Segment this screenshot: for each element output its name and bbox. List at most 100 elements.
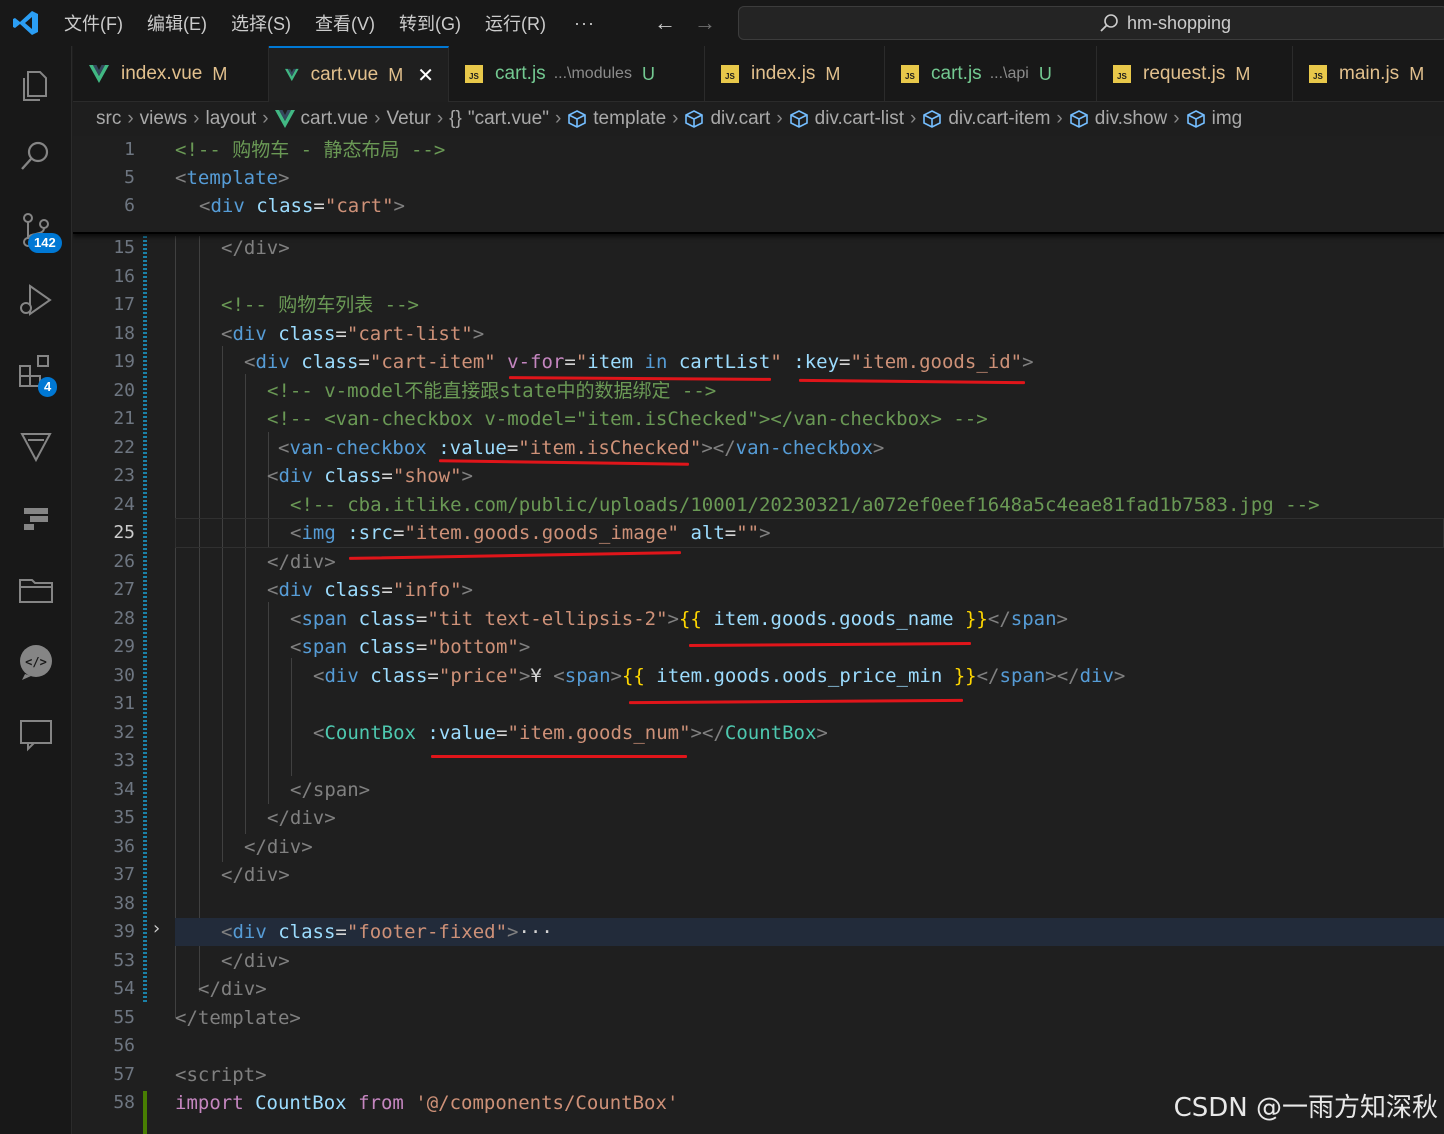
forward-arrow-icon[interactable]: →: [694, 10, 716, 36]
chevron-right-icon: ›: [1056, 108, 1063, 129]
chevron-right-icon: ›: [672, 108, 679, 129]
tab-name: request.js: [1143, 63, 1226, 84]
tab-path: ...\api: [989, 65, 1029, 82]
breadcrumb-div-cart-list[interactable]: div.cart-list: [815, 108, 904, 130]
element-cube-icon: [789, 110, 808, 128]
breadcrumb-div-show[interactable]: div.show: [1095, 108, 1168, 130]
menu-run[interactable]: 运行(R): [485, 10, 546, 36]
line-number: 17: [113, 294, 135, 315]
line-number: 26: [113, 551, 135, 572]
menu-more-button[interactable]: ···: [574, 13, 595, 34]
code-line: 16: [73, 263, 1444, 291]
code-line: 29 <span class="bottom">: [73, 633, 1444, 661]
chevron-right-icon: ›: [127, 108, 134, 129]
code-line: 30 <div class="price">¥ <span>{{ item.go…: [73, 662, 1444, 690]
code-line: 24 <!-- cba.itlike.com/public/uploads/10…: [73, 491, 1444, 519]
watermark: CSDN @一雨方知深秋: [1173, 1093, 1438, 1123]
tab-main-js[interactable]: JS main.js M: [1293, 46, 1444, 102]
remote-explorer-icon[interactable]: [16, 426, 56, 466]
breadcrumb-img[interactable]: img: [1212, 108, 1243, 130]
braces-icon: {}: [449, 108, 462, 129]
tab-request-js[interactable]: JS request.js M: [1097, 46, 1293, 102]
code-line: 25 <img :src="item.goods.goods_image" al…: [73, 519, 1444, 547]
code-text: <template>: [175, 167, 290, 189]
tab-index-vue[interactable]: index.vue M: [73, 46, 269, 102]
line-number: 30: [113, 665, 135, 686]
annotation-underline: [431, 755, 687, 758]
breadcrumb-module[interactable]: "cart.vue": [468, 108, 549, 130]
line-number: 56: [113, 1035, 135, 1056]
code-text: <div class="cart">: [199, 195, 405, 217]
scm-count-badge: 142: [28, 233, 62, 253]
search-icon: [1100, 14, 1118, 32]
code-line: 27 <div class="info">: [73, 576, 1444, 604]
code-line: 34 </span>: [73, 776, 1444, 804]
modified-badge: M: [212, 63, 228, 84]
folded-ellipsis: ···: [518, 921, 553, 943]
search-sidebar-icon[interactable]: [16, 136, 56, 176]
breadcrumb-vetur[interactable]: Vetur: [386, 108, 430, 130]
chevron-right-icon: ›: [262, 108, 269, 129]
chevron-right-icon: ›: [910, 108, 917, 129]
chevron-right-icon: ›: [554, 108, 562, 129]
code-text: <div class="cart-item" v-for="item in ca…: [244, 351, 1034, 373]
line-number: 20: [113, 380, 135, 401]
menu-edit[interactable]: 编辑(E): [147, 10, 207, 36]
breadcrumb-div-cart[interactable]: div.cart: [710, 108, 770, 130]
chevron-right-icon: ›: [436, 108, 444, 129]
breadcrumb-file[interactable]: cart.vue: [301, 108, 369, 130]
line-number: 58: [113, 1092, 135, 1113]
code-text: </div>: [221, 864, 290, 886]
tab-cart-js-api[interactable]: JS cart.js ...\api U: [885, 46, 1097, 102]
line-number: 35: [113, 807, 135, 828]
code-chat-icon[interactable]: </>: [16, 642, 56, 682]
breadcrumb: src › views › layout › cart.vue › Vetur › {} …: [96, 104, 1242, 134]
back-arrow-icon[interactable]: ←: [654, 10, 676, 36]
run-debug-icon[interactable]: [16, 280, 56, 320]
element-cube-icon: [1069, 110, 1088, 128]
explorer-icon[interactable]: [16, 66, 56, 106]
code-text: <van-checkbox :value="item.isChecked"></…: [278, 437, 885, 459]
folder-icon[interactable]: [16, 570, 56, 610]
code-line: 32 <CountBox :value="item.goods_num"></C…: [73, 719, 1444, 747]
breadcrumb-src[interactable]: src: [96, 108, 121, 130]
code-editor[interactable]: 1 <!-- 购物车 - 静态布局 --> 5 <template> 6 <di…: [73, 136, 1444, 1134]
menu-go[interactable]: 转到(G): [399, 10, 461, 36]
menu-file[interactable]: 文件(F): [64, 10, 123, 36]
extensions-count-badge: 4: [38, 377, 58, 397]
line-number: 21: [113, 408, 135, 429]
chevron-right-icon[interactable]: ›: [151, 918, 162, 939]
modified-badge: M: [1409, 63, 1425, 84]
js-file-icon: JS: [1309, 65, 1327, 83]
untracked-badge: U: [641, 63, 655, 84]
chat-panel-icon[interactable]: [16, 714, 56, 754]
tab-index-js[interactable]: JS index.js M: [705, 46, 885, 102]
modified-badge: M: [388, 64, 404, 85]
breadcrumb-div-cart-item[interactable]: div.cart-item: [948, 108, 1050, 130]
breadcrumb-views[interactable]: views: [140, 108, 188, 130]
menu-view[interactable]: 查看(V): [315, 10, 375, 36]
code-text: <span class="bottom">: [290, 636, 531, 658]
close-tab-icon[interactable]: ✕: [417, 63, 434, 88]
code-text: </div>: [267, 807, 336, 829]
breadcrumb-layout[interactable]: layout: [206, 108, 257, 130]
vscode-logo-icon: [13, 11, 38, 35]
code-line: 21 <!-- <van-checkbox v-model="item.isCh…: [73, 405, 1444, 433]
tab-cart-vue[interactable]: cart.vue M ✕: [269, 46, 449, 102]
js-file-icon: JS: [465, 65, 483, 83]
testing-icon[interactable]: [16, 498, 56, 538]
modified-badge: M: [825, 63, 841, 84]
navigation-arrows: ← →: [654, 10, 716, 36]
command-center-search[interactable]: hm-shopping: [738, 6, 1444, 40]
line-number: 33: [113, 750, 135, 771]
tab-name: cart.js: [931, 63, 982, 84]
breadcrumb-template[interactable]: template: [593, 108, 666, 130]
line-number: 29: [113, 636, 135, 657]
line-number: 15: [113, 237, 135, 258]
code-line: 22 <van-checkbox :value="item.isChecked"…: [73, 434, 1444, 462]
tab-name: main.js: [1339, 63, 1400, 84]
menu-selection[interactable]: 选择(S): [231, 10, 291, 36]
code-line: 5 <template>: [73, 164, 1444, 192]
tab-cart-js-modules[interactable]: JS cart.js ...\modules U: [449, 46, 705, 102]
chevron-right-icon: ›: [776, 108, 783, 129]
